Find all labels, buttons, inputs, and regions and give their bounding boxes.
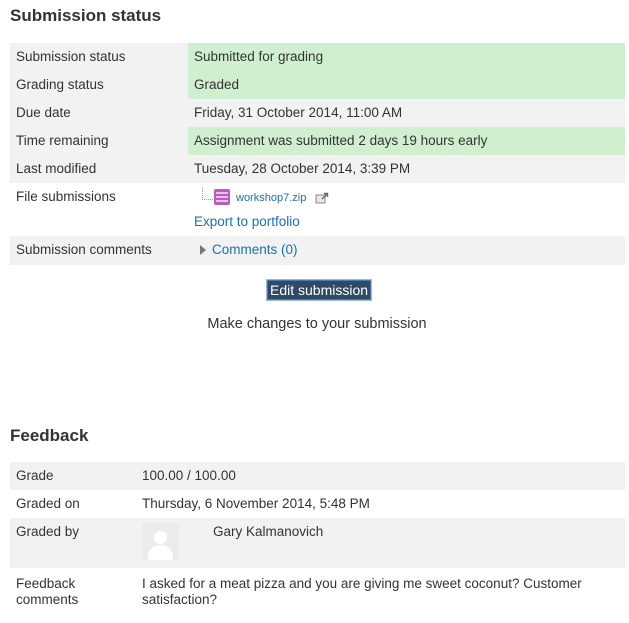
grade-label: Grade (10, 462, 136, 490)
grader-info: Gary Kalmanovich (142, 523, 619, 564)
row-graded-by: Graded by Gary Kalmanovich (10, 518, 625, 568)
time-remaining-value: Assignment was submitted 2 days 19 hours… (188, 127, 625, 155)
last-modified-label: Last modified (10, 155, 188, 183)
comments-toggle-link[interactable]: Comments (0) (212, 242, 298, 257)
submission-status-label: Submission status (10, 43, 188, 71)
file-tree-item: workshop7.zip (194, 187, 619, 211)
grade-value: 100.00 / 100.00 (136, 462, 625, 490)
due-date-label: Due date (10, 99, 188, 127)
default-user-avatar-icon[interactable] (142, 523, 179, 560)
grading-status-label: Grading status (10, 71, 188, 99)
avatar-head-shape (154, 531, 167, 544)
feedback-comments-label: Feedback comments (10, 568, 136, 623)
row-submission-comments: Submission comments Comments (0) (10, 236, 625, 265)
row-submission-status: Submission status Submitted for grading (10, 43, 625, 71)
submission-comments-value: Comments (0) (188, 236, 625, 265)
time-remaining-label: Time remaining (10, 127, 188, 155)
row-feedback-comments: Feedback comments I asked for a meat pizz… (10, 568, 625, 623)
file-submissions-value: workshop7.zip Export to portfolio (188, 183, 625, 236)
expand-triangle-icon[interactable] (200, 245, 206, 255)
last-modified-value: Tuesday, 28 October 2014, 3:39 PM (188, 155, 625, 183)
row-file-submissions: File submissions workshop7.zip Export to… (10, 183, 625, 236)
graded-on-value: Thursday, 6 November 2014, 5:48 PM (136, 490, 625, 518)
tree-connector (202, 187, 213, 200)
feedback-comments-label-line1: Feedback (16, 576, 76, 591)
due-date-value: Friday, 31 October 2014, 11:00 AM (188, 99, 625, 127)
feedback-comments-value: I asked for a meat pizza and you are giv… (136, 568, 625, 623)
edit-submission-button[interactable]: Edit submission (265, 279, 373, 301)
file-link-workshop7[interactable]: workshop7.zip (236, 192, 306, 204)
row-due-date: Due date Friday, 31 October 2014, 11:00 … (10, 99, 625, 127)
zip-file-icon (214, 189, 230, 205)
export-to-portfolio-link[interactable]: Export to portfolio (194, 214, 619, 229)
graded-by-label: Graded by (10, 518, 136, 568)
submission-status-heading: Submission status (10, 6, 162, 25)
row-last-modified: Last modified Tuesday, 28 October 2014, … (10, 155, 625, 183)
submission-comments-label: Submission comments (10, 236, 188, 265)
feedback-table: Grade 100.00 / 100.00 Graded on Thursday… (10, 462, 625, 623)
submission-status-table: Submission status Submitted for grading … (10, 43, 625, 265)
file-submissions-label: File submissions (10, 183, 188, 236)
submission-status-value: Submitted for grading (188, 43, 625, 71)
feedback-heading: Feedback (10, 426, 89, 445)
avatar-body-shape (148, 545, 173, 560)
row-grading-status: Grading status Graded (10, 71, 625, 99)
grader-name: Gary Kalmanovich (213, 524, 324, 539)
row-graded-on: Graded on Thursday, 6 November 2014, 5:4… (10, 490, 625, 518)
graded-by-value: Gary Kalmanovich (136, 518, 625, 568)
graded-on-label: Graded on (10, 490, 136, 518)
row-time-remaining: Time remaining Assignment was submitted … (10, 127, 625, 155)
edit-submission-description: Make changes to your submission (207, 316, 427, 332)
row-grade: Grade 100.00 / 100.00 (10, 462, 625, 490)
feedback-comments-label-line2: comments (16, 592, 79, 607)
grading-status-value: Graded (188, 71, 625, 99)
export-portfolio-icon[interactable] (315, 190, 329, 204)
